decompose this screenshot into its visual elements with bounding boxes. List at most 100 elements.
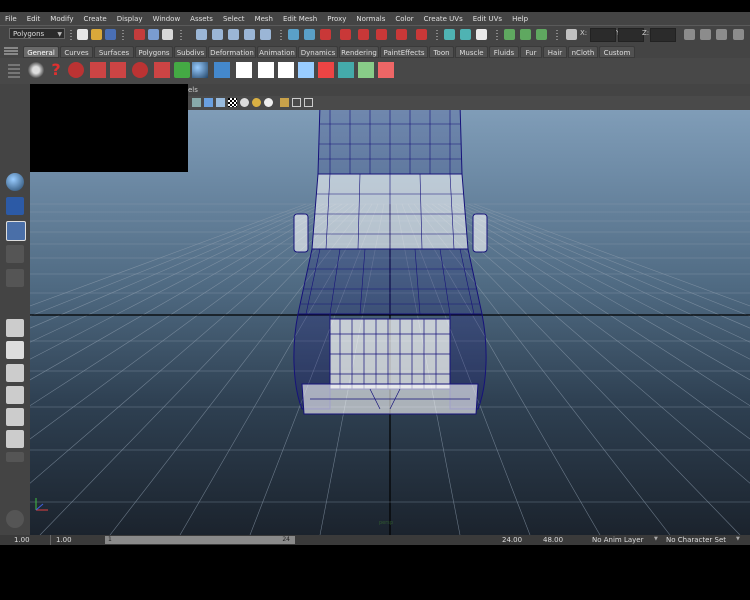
menu-mesh[interactable]: Mesh: [250, 15, 278, 23]
graph-editor-icon[interactable]: [536, 29, 547, 40]
tab-surfaces[interactable]: Surfaces: [94, 46, 134, 58]
shelf-options-icon[interactable]: [8, 64, 20, 78]
menu-proxy[interactable]: Proxy: [322, 15, 351, 23]
graph-layout-icon[interactable]: [6, 386, 24, 404]
tab-dynamics[interactable]: Dynamics: [298, 46, 338, 58]
panel-toggle-icon[interactable]: [700, 29, 711, 40]
textured-icon[interactable]: [216, 98, 225, 107]
menu-help[interactable]: Help: [507, 15, 533, 23]
menu-select[interactable]: Select: [218, 15, 250, 23]
tool-settings-icon[interactable]: [460, 29, 471, 40]
tab-fur[interactable]: Fur: [520, 46, 542, 58]
snap-grid-icon[interactable]: [196, 29, 207, 40]
hypershade-layout-icon[interactable]: [6, 430, 24, 448]
rotate-tool-icon[interactable]: [132, 62, 148, 78]
cube-icon[interactable]: [214, 62, 230, 78]
sphere-icon[interactable]: [264, 98, 273, 107]
select-hierarchy-icon[interactable]: [134, 29, 145, 40]
hotbox-icon[interactable]: [6, 510, 24, 528]
select-object-icon[interactable]: [148, 29, 159, 40]
menu-create-uvs[interactable]: Create UVs: [419, 15, 468, 23]
transform-box-icon[interactable]: [6, 221, 26, 241]
hypershade-icon[interactable]: [396, 29, 407, 40]
menu-color[interactable]: Color: [390, 15, 418, 23]
history-icon[interactable]: [320, 29, 331, 40]
sphere-tool-icon[interactable]: [6, 173, 24, 191]
panel-toggle-icon[interactable]: [733, 29, 744, 40]
playback-start-field[interactable]: 1.00: [54, 536, 94, 545]
tab-ncloth[interactable]: nCloth: [568, 46, 598, 58]
checker-icon[interactable]: [228, 98, 237, 107]
select-tool-icon[interactable]: [28, 62, 44, 78]
menu-create[interactable]: Create: [78, 15, 111, 23]
menu-assets[interactable]: Assets: [185, 15, 218, 23]
end-time-field[interactable]: 48.00: [541, 536, 577, 545]
layout-options-icon[interactable]: [6, 452, 24, 462]
nparticle-icon[interactable]: [338, 62, 354, 78]
xray-icon[interactable]: [292, 98, 301, 107]
camera-icon[interactable]: [298, 62, 314, 78]
ik-handle-icon[interactable]: [258, 62, 274, 78]
scale-tool-icon[interactable]: [154, 62, 170, 78]
select-component-icon[interactable]: [162, 29, 173, 40]
help-question-icon[interactable]: ?: [48, 62, 64, 78]
snap-view-icon[interactable]: [244, 29, 255, 40]
range-slider-bar[interactable]: 1 24: [105, 536, 295, 544]
bind-skin-icon[interactable]: [278, 62, 294, 78]
panel-toggle-icon[interactable]: [716, 29, 727, 40]
render-settings-icon[interactable]: [376, 29, 387, 40]
snap-live-icon[interactable]: [260, 29, 271, 40]
menu-display[interactable]: Display: [112, 15, 148, 23]
paint-select-icon[interactable]: [90, 62, 106, 78]
render-frame-icon[interactable]: [340, 29, 351, 40]
paint-tool-icon[interactable]: [378, 62, 394, 78]
manipulator-icon[interactable]: [174, 62, 190, 78]
tab-hair[interactable]: Hair: [543, 46, 567, 58]
new-scene-icon[interactable]: [77, 29, 88, 40]
output-ops-icon[interactable]: [304, 29, 315, 40]
single-pane-layout-icon[interactable]: [6, 319, 24, 337]
character-set-dropdown[interactable]: No Character Set: [664, 536, 734, 545]
panels-menu[interactable]: els: [188, 86, 198, 94]
outliner-layout-icon[interactable]: [6, 408, 24, 426]
layer-editor-icon[interactable]: [504, 29, 515, 40]
channel-box-icon[interactable]: [476, 29, 487, 40]
tab-animation[interactable]: Animation: [257, 46, 297, 58]
menu-edit-mesh[interactable]: Edit Mesh: [278, 15, 322, 23]
shaded-icon[interactable]: [204, 98, 213, 107]
sphere-icon[interactable]: [192, 62, 208, 78]
two-pane-layout-icon[interactable]: [6, 364, 24, 382]
menu-window[interactable]: Window: [148, 15, 186, 23]
cube-tool-icon[interactable]: [6, 197, 24, 215]
wireframe-icon[interactable]: [304, 98, 313, 107]
tab-toon[interactable]: Toon: [429, 46, 454, 58]
tab-polygons[interactable]: Polygons: [135, 46, 173, 58]
lighting-icon[interactable]: [240, 98, 249, 107]
playback-end-field[interactable]: 24.00: [500, 536, 536, 545]
deformer-icon[interactable]: [358, 62, 374, 78]
constraint-icon[interactable]: [318, 62, 334, 78]
tab-general[interactable]: General: [23, 46, 59, 58]
render-view-icon[interactable]: [416, 29, 427, 40]
anim-layer-dropdown[interactable]: No Anim Layer: [590, 536, 650, 545]
attribute-editor-icon[interactable]: [444, 29, 455, 40]
move-tool-icon[interactable]: [110, 62, 126, 78]
joint-tool-icon[interactable]: [6, 245, 24, 263]
tab-rendering[interactable]: Rendering: [339, 46, 379, 58]
start-time-field[interactable]: 1.00: [12, 536, 52, 545]
tab-muscle[interactable]: Muscle: [455, 46, 488, 58]
z-field[interactable]: [650, 28, 676, 42]
isolate-icon[interactable]: [280, 98, 289, 107]
tab-deformation[interactable]: Deformation: [208, 46, 256, 58]
menu-edit-uvs[interactable]: Edit UVs: [468, 15, 507, 23]
snap-point-icon[interactable]: [228, 29, 239, 40]
save-scene-icon[interactable]: [105, 29, 116, 40]
tab-painteffects[interactable]: PaintEffects: [380, 46, 428, 58]
y-field[interactable]: [618, 28, 644, 42]
tab-subdivs[interactable]: Subdivs: [174, 46, 207, 58]
menu-modify[interactable]: Modify: [45, 15, 78, 23]
menu-set-dropdown[interactable]: Polygons ▼: [9, 28, 65, 39]
tab-fluids[interactable]: Fluids: [489, 46, 519, 58]
camera-attr-icon[interactable]: [192, 98, 201, 107]
input-ops-icon[interactable]: [288, 29, 299, 40]
